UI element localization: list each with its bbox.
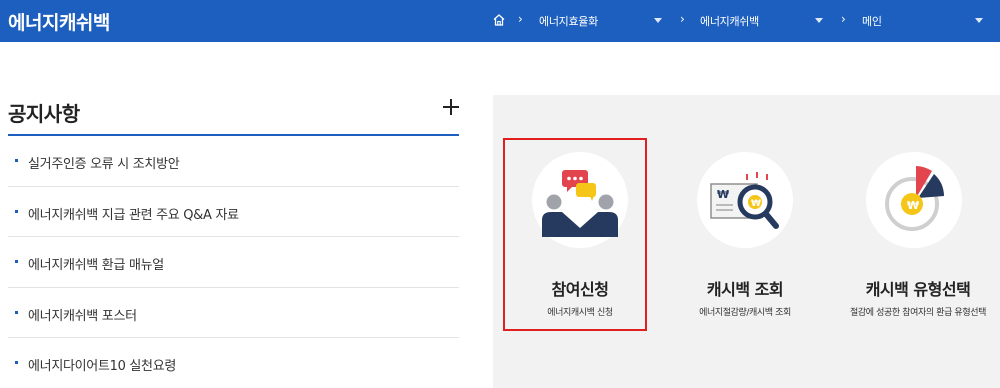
svg-text:₩: ₩ [717,188,729,201]
list-item[interactable]: 실거주인증 오류 시 조치방안 [8,136,459,187]
won-pie-chart-icon: ₩ [885,166,944,231]
bullet-icon [15,209,18,213]
site-title[interactable]: 에너지캐쉬백 [8,8,110,35]
list-item[interactable]: 에너지캐쉬백 환급 매뉴얼 [8,237,459,288]
won-magnifier-icon: ₩ ₩ [710,172,779,229]
card-subtitle: 에너지절감량/캐시백 조회 [699,308,791,318]
notice-link[interactable]: 에너지캐쉬백 포스터 [28,305,137,324]
svg-text:₩: ₩ [751,199,761,209]
chevron-right-icon: › [680,12,685,26]
bullet-icon [15,260,18,263]
card-title: 캐시백 유형선택 [865,280,971,299]
cashback-inquiry-card[interactable]: ₩ ₩ 캐시백 조회 에너지절감량/캐시백 조회 [680,95,810,388]
chevron-down-icon[interactable] [975,18,983,23]
icon-circle: ₩ ₩ [697,152,793,248]
chevron-right-icon: › [518,12,523,26]
home-icon[interactable] [492,13,506,27]
notice-list: 실거주인증 오류 시 조치방안 에너지캐쉬백 지급 관련 주요 Q&A 자료 에… [8,136,459,388]
chevron-down-icon[interactable] [654,18,662,23]
top-navigation-bar: 에너지캐쉬백 › 에너지효율화 › 에너지캐쉬백 › 메인 [0,0,1000,42]
notice-title: 공지사항 [8,102,80,126]
chevron-down-icon[interactable] [815,18,823,23]
icon-circle: ₩ [866,152,962,248]
breadcrumb-item-2[interactable]: 에너지캐쉬백 [700,13,759,29]
notice-link[interactable]: 에너지캐쉬백 지급 관련 주요 Q&A 자료 [28,204,239,223]
list-item[interactable]: 에너지다이어트10 실천요령 [8,338,459,388]
notice-link[interactable]: 에너지다이어트10 실천요령 [28,355,176,374]
card-title: 캐시백 조회 [706,280,784,299]
svg-text:₩: ₩ [907,199,919,212]
notice-link[interactable]: 실거주인증 오류 시 조치방안 [28,153,180,172]
list-item[interactable]: 에너지캐쉬백 포스터 [8,288,459,338]
bullet-icon [15,310,18,314]
bullet-icon [15,361,18,364]
card-subtitle: 절감에 성공한 참여자의 환급 유형선택 [850,308,986,318]
list-item[interactable]: 에너지캐쉬백 지급 관련 주요 Q&A 자료 [8,187,459,237]
breadcrumb-item-3[interactable]: 메인 [862,13,882,29]
bullet-icon [15,159,18,162]
cashback-type-card[interactable]: ₩ 캐시백 유형선택 절감에 성공한 참여자의 환급 유형선택 [838,95,998,388]
chevron-right-icon: › [841,12,846,26]
plus-icon[interactable] [442,97,462,117]
breadcrumb-item-1[interactable]: 에너지효율화 [539,13,598,29]
notice-link[interactable]: 에너지캐쉬백 환급 매뉴얼 [28,254,164,273]
selection-highlight [503,138,647,331]
